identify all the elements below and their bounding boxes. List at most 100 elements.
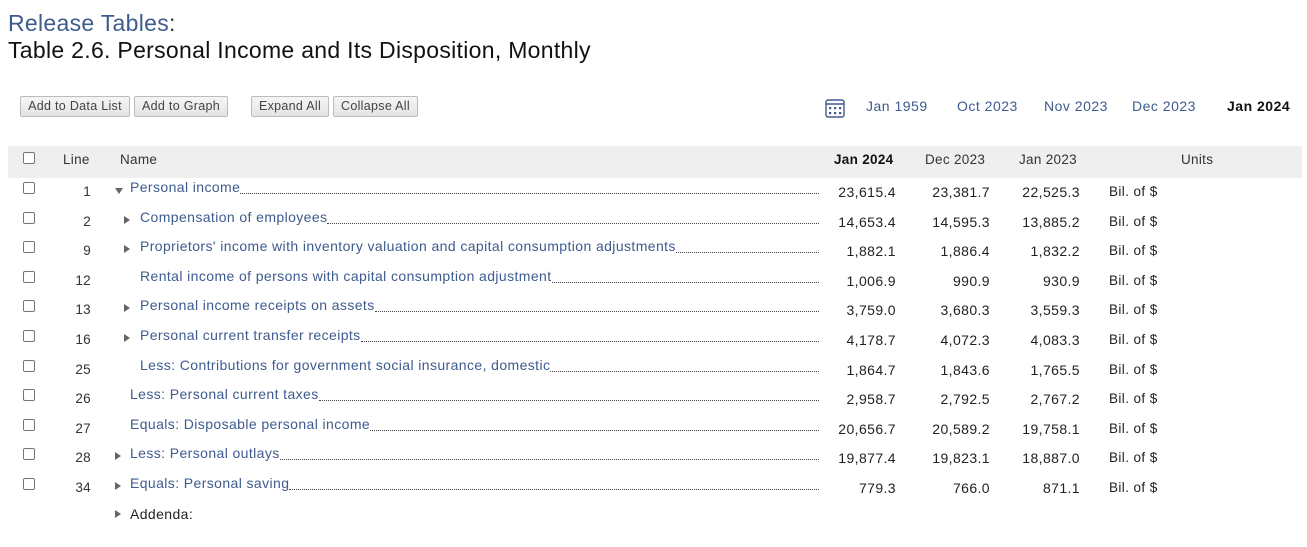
- header-col2[interactable]: Dec 2023: [925, 152, 985, 167]
- breadcrumb-link[interactable]: Release Tables: [8, 10, 169, 36]
- row-line-number: 1: [83, 184, 91, 199]
- row-value: 4,178.7: [846, 332, 896, 348]
- table-row: 16 Personal current transfer receipts 4,17…: [0, 325, 1307, 354]
- row-line-number: 26: [75, 391, 91, 407]
- row-name-link[interactable]: Less: Contributions for government socia…: [140, 357, 550, 373]
- dot-leader: [550, 370, 819, 372]
- dot-leader: [327, 222, 819, 224]
- row-name-link[interactable]: Proprietors' income with inventory valua…: [140, 238, 676, 254]
- select-all-checkbox[interactable]: [23, 152, 35, 164]
- row-line-number: 34: [75, 480, 91, 495]
- table-row: 9 Proprietors' income with inventory valu…: [0, 236, 1307, 265]
- row-value: 14,653.4: [838, 213, 896, 230]
- header-name[interactable]: Name: [120, 152, 157, 167]
- row-units: Bil. of $: [1109, 420, 1158, 436]
- row-value: 2,958.7: [846, 391, 896, 408]
- table-row: 12 Rental income of persons with capital …: [0, 266, 1307, 295]
- expand-triangle-icon[interactable]: [124, 215, 130, 224]
- row-line-number: 9: [83, 243, 91, 259]
- table-row: 25 Less: Contributions for government soc…: [0, 355, 1307, 384]
- table-row: 34 Equals: Personal saving 779.3 766.0 871.1…: [0, 473, 1307, 502]
- row-value: 930.9: [1042, 272, 1080, 289]
- row-value: 871.1: [1042, 480, 1080, 496]
- row-name-link[interactable]: Personal income receipts on assets: [140, 297, 375, 313]
- header-line[interactable]: Line: [63, 152, 90, 167]
- expand-triangle-icon[interactable]: [115, 452, 121, 461]
- row-value: 4,083.3: [1030, 332, 1080, 348]
- date-option[interactable]: Dec 2023: [1132, 98, 1196, 114]
- row-value: 1,832.2: [1030, 243, 1080, 260]
- row-value: 4,072.3: [940, 332, 990, 348]
- row-checkbox[interactable]: [23, 330, 35, 342]
- row-name-link[interactable]: Rental income of persons with capital co…: [140, 268, 552, 284]
- row-value: 3,559.3: [1030, 302, 1080, 319]
- row-value: 779.3: [858, 480, 896, 496]
- row-line-number: 16: [75, 332, 91, 347]
- row-checkbox[interactable]: [23, 241, 35, 254]
- row-value: 1,765.5: [1030, 361, 1080, 378]
- row-value: 766.0: [952, 480, 990, 496]
- row-value: 1,843.6: [940, 361, 990, 378]
- row-units: Bil. of $: [1109, 480, 1158, 495]
- collapse-triangle-icon[interactable]: [115, 188, 123, 194]
- header-col3[interactable]: Jan 2023: [1019, 152, 1077, 167]
- dot-leader: [676, 252, 819, 254]
- row-value: 3,759.0: [846, 302, 896, 319]
- row-checkbox[interactable]: [23, 448, 35, 461]
- expand-triangle-icon[interactable]: [124, 304, 130, 313]
- header-col1[interactable]: Jan 2024: [834, 152, 893, 167]
- row-value: 13,885.2: [1022, 213, 1080, 230]
- row-value: 23,381.7: [932, 184, 990, 200]
- addenda-label[interactable]: Addenda:: [130, 506, 193, 522]
- row-name-link[interactable]: Less: Personal outlays: [130, 445, 280, 461]
- row-value: 23,615.4: [838, 184, 896, 200]
- table-row: 26 Less: Personal current taxes 2,958.7 2,7…: [0, 384, 1307, 413]
- table-row: 1 Personal income 23,615.4 23,381.7 22,525.3…: [0, 177, 1307, 206]
- row-value: 19,823.1: [932, 450, 990, 467]
- row-name-link[interactable]: Equals: Personal saving: [130, 475, 289, 491]
- date-option-selected[interactable]: Jan 2024: [1227, 98, 1290, 114]
- row-units: Bil. of $: [1109, 332, 1158, 347]
- date-option[interactable]: Oct 2023: [957, 98, 1018, 114]
- add-to-graph-button[interactable]: Add to Graph: [134, 96, 228, 117]
- row-units: Bil. of $: [1109, 450, 1158, 466]
- dot-leader: [319, 400, 819, 402]
- row-value: 14,595.3: [932, 213, 990, 230]
- row-name-link[interactable]: Less: Personal current taxes: [130, 386, 319, 402]
- expand-triangle-icon[interactable]: [115, 482, 121, 490]
- calendar-icon[interactable]: [825, 98, 845, 118]
- expand-triangle-icon[interactable]: [124, 334, 130, 342]
- expand-triangle-icon[interactable]: [124, 245, 130, 254]
- dot-leader: [240, 193, 819, 194]
- dot-leader: [375, 311, 819, 313]
- row-name-link[interactable]: Personal income: [130, 179, 240, 195]
- expand-triangle-icon[interactable]: [115, 510, 121, 518]
- row-checkbox[interactable]: [23, 359, 35, 372]
- expand-all-button[interactable]: Expand All: [251, 96, 329, 117]
- date-option[interactable]: Jan 1959: [866, 98, 928, 114]
- collapse-all-button[interactable]: Collapse All: [333, 96, 418, 117]
- dot-leader: [552, 281, 819, 283]
- row-checkbox[interactable]: [23, 478, 35, 490]
- add-to-data-list-button[interactable]: Add to Data List: [20, 96, 130, 117]
- row-value: 20,589.2: [932, 420, 990, 437]
- date-option[interactable]: Nov 2023: [1044, 98, 1108, 114]
- row-units: Bil. of $: [1109, 272, 1158, 288]
- row-name-link[interactable]: Equals: Disposable personal income: [130, 416, 370, 432]
- row-checkbox[interactable]: [23, 418, 35, 431]
- row-checkbox[interactable]: [23, 182, 35, 194]
- row-checkbox[interactable]: [23, 389, 35, 402]
- row-value: 1,886.4: [940, 243, 990, 260]
- row-name-link[interactable]: Compensation of employees: [140, 209, 327, 225]
- breadcrumb: Release Tables:: [8, 10, 176, 37]
- dot-leader: [370, 429, 819, 431]
- row-value: 19,758.1: [1022, 420, 1080, 437]
- dot-leader: [280, 459, 819, 461]
- row-line-number: 28: [75, 450, 91, 466]
- row-value: 22,525.3: [1022, 184, 1080, 200]
- row-checkbox[interactable]: [23, 270, 35, 283]
- row-value: 20,656.7: [838, 420, 896, 437]
- row-name-link[interactable]: Personal current transfer receipts: [140, 327, 361, 343]
- row-checkbox[interactable]: [23, 211, 35, 224]
- row-checkbox[interactable]: [23, 300, 35, 313]
